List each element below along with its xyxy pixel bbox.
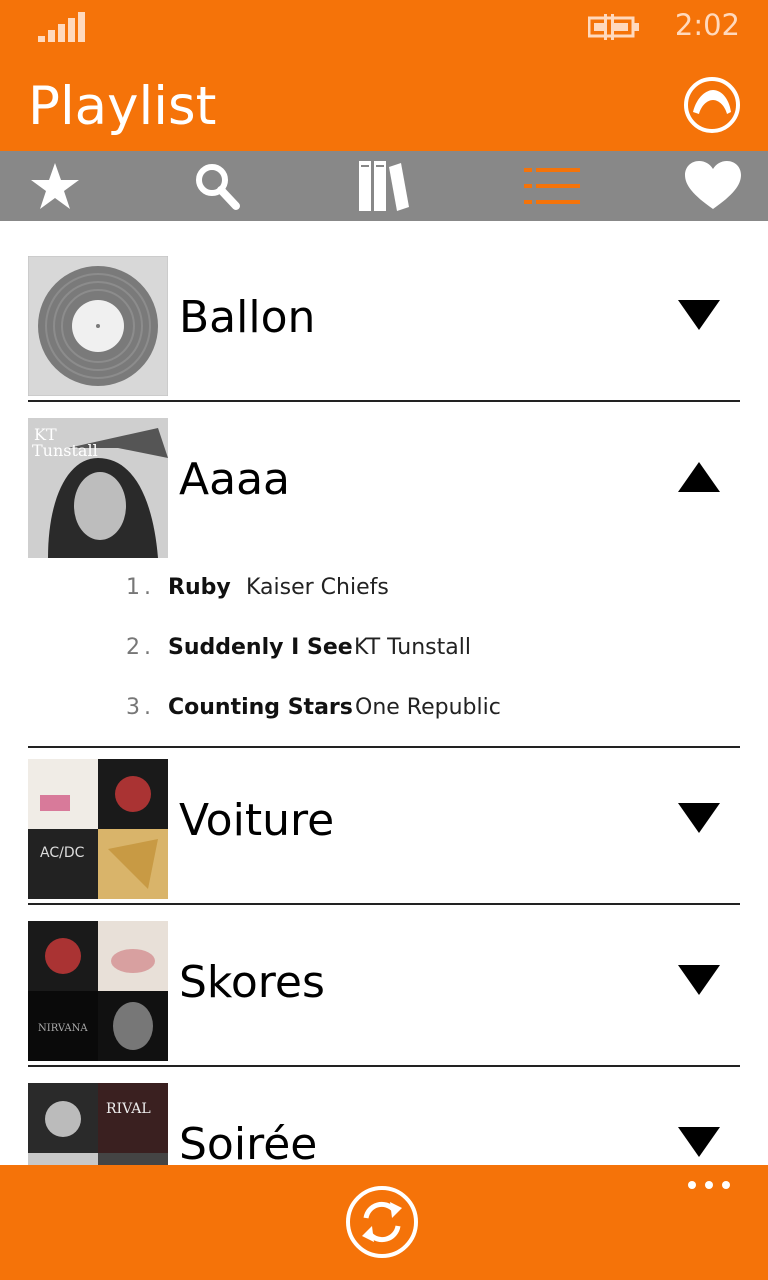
track-artist: One Republic	[355, 695, 501, 720]
playlist-row-soiree[interactable]: RIVAL Soirée	[28, 1075, 740, 1165]
track-number: 2	[126, 635, 140, 660]
app-header: 2:02 Playlist	[0, 0, 768, 151]
playlist-row-aaaa[interactable]: KT Tunstall Aaaa	[28, 410, 740, 562]
album-art-vinyl	[28, 256, 168, 396]
playlist-name: Soirée	[179, 1119, 318, 1165]
track-number: 1	[126, 575, 140, 600]
star-icon	[31, 163, 79, 209]
playlist-name: Ballon	[179, 292, 316, 343]
track-number-dot: .	[144, 575, 151, 600]
library-icon	[359, 161, 409, 211]
playlist-row-voiture[interactable]: AC/DC Voiture	[28, 751, 740, 905]
track-artist: Kaiser Chiefs	[246, 575, 389, 600]
album-art-kt-tunstall: KT Tunstall	[28, 418, 168, 558]
more-options-icon[interactable]	[684, 1175, 734, 1195]
row-divider	[28, 746, 740, 748]
svg-text:NIRVANA: NIRVANA	[38, 1023, 88, 1034]
list-icon	[524, 168, 580, 204]
track-title: Counting Stars	[168, 695, 353, 720]
track-title: Suddenly I See	[168, 635, 353, 660]
svg-text:RIVAL: RIVAL	[106, 1101, 151, 1117]
status-clock: 2:02	[674, 8, 740, 42]
track-artist: KT Tunstall	[354, 635, 471, 660]
chevron-down-icon[interactable]	[678, 298, 720, 334]
album-art-collage: NIRVANA	[28, 921, 168, 1061]
tab-favorites[interactable]	[0, 151, 110, 221]
track-number-dot: .	[144, 635, 151, 660]
battery-charging-icon	[588, 14, 639, 40]
search-icon	[196, 164, 240, 210]
tab-liked[interactable]	[658, 151, 768, 221]
tab-playlist[interactable]	[497, 151, 607, 221]
playlist-name: Aaaa	[179, 454, 290, 505]
playlist-row-ballon[interactable]: Ballon	[28, 248, 740, 402]
playlist-row-skores[interactable]: NIRVANA Skores	[28, 913, 740, 1067]
chevron-down-icon[interactable]	[678, 963, 720, 999]
signal-strength-icon	[38, 12, 85, 42]
navigation-tabbar	[0, 151, 768, 221]
album-art-collage: AC/DC	[28, 759, 168, 899]
chevron-up-icon[interactable]	[678, 460, 720, 496]
track-number: 3	[126, 695, 140, 720]
heart-icon	[685, 161, 741, 209]
tab-search[interactable]	[162, 151, 272, 221]
sync-button[interactable]	[344, 1184, 420, 1260]
chevron-down-icon[interactable]	[678, 801, 720, 837]
track-number-dot: .	[144, 695, 151, 720]
svg-text:AC/DC: AC/DC	[40, 845, 85, 861]
track-list: 1 . Ruby Kaiser Chiefs 2 . Suddenly I Se…	[28, 553, 740, 723]
tab-library[interactable]	[329, 151, 439, 221]
svg-text:Tunstall: Tunstall	[32, 441, 98, 460]
playlist-name: Skores	[179, 957, 325, 1008]
playlist-list: Ballon KT Tunstall Aaaa 1 . Ruby Kaiser …	[0, 221, 768, 1165]
grooveshark-logo-icon[interactable]	[683, 76, 741, 134]
track-title: Ruby	[168, 575, 231, 600]
playlist-name: Voiture	[179, 795, 335, 846]
page-title: Playlist	[28, 76, 217, 137]
application-bar	[0, 1165, 768, 1280]
album-art-collage: RIVAL	[28, 1083, 168, 1165]
chevron-down-icon[interactable]	[678, 1125, 720, 1161]
